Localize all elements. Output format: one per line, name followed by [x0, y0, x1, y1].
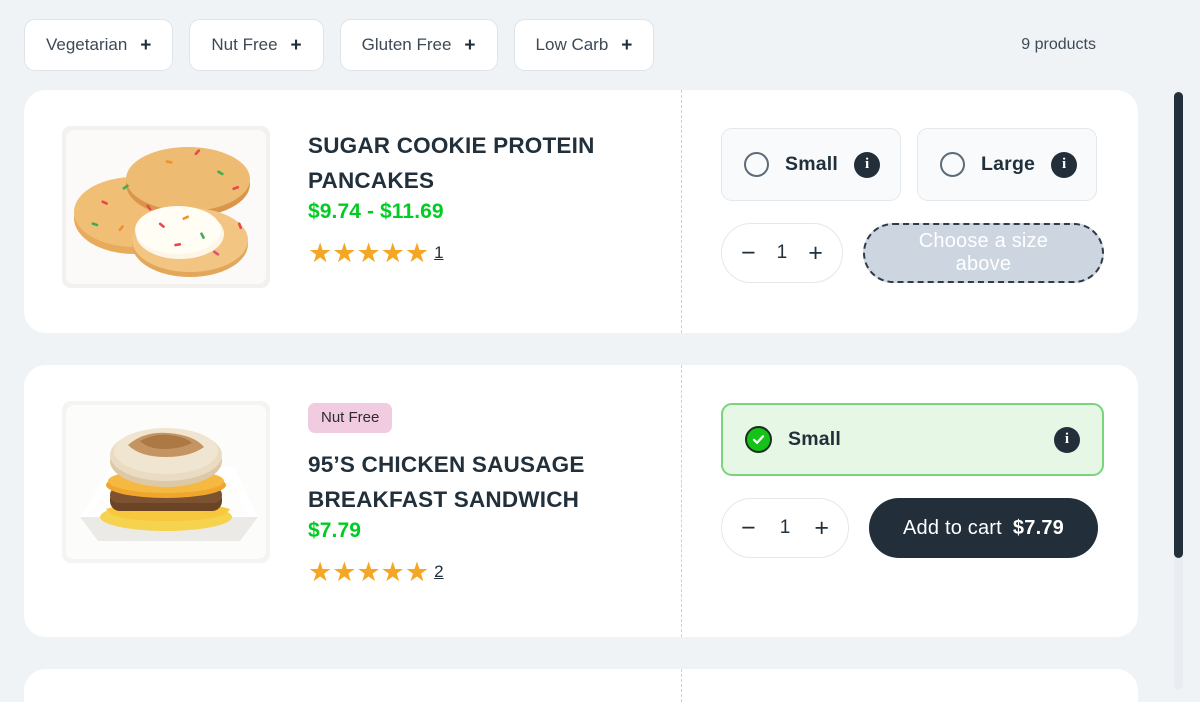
check-circle-icon: [745, 426, 772, 453]
product-image[interactable]: [62, 126, 270, 288]
size-selector: Small i: [721, 403, 1104, 476]
quantity-stepper: − 1 +: [721, 223, 843, 283]
star-icon: ★: [332, 237, 356, 268]
quantity-value: 1: [776, 242, 788, 263]
size-option-label: Large: [981, 153, 1036, 175]
purchase-actions: − 1 + Choose a size above: [721, 223, 1104, 283]
radio-unchecked-icon: [940, 152, 965, 177]
product-info: SUGAR COOKIE PROTEIN PANCAKES $9.74 - $1…: [270, 126, 638, 267]
filter-chip-low-carb[interactable]: Low Carb +: [513, 19, 655, 71]
product-price: $9.74 - $11.69: [308, 199, 444, 223]
info-icon[interactable]: i: [854, 151, 881, 178]
filter-chip-label: Nut Free: [211, 35, 278, 54]
filter-bar: Vegetarian + Nut Free + Gluten Free + Lo…: [0, 0, 1200, 90]
product-list: SUGAR COOKIE PROTEIN PANCAKES $9.74 - $1…: [0, 90, 1200, 702]
quantity-value: 1: [779, 517, 791, 538]
add-to-cart-label: Choose a size above: [918, 230, 1049, 275]
filter-chip-label: Vegetarian: [46, 35, 128, 54]
product-title[interactable]: SUGAR COOKIE PROTEIN PANCAKES: [308, 128, 638, 199]
add-to-cart-amount: $7.79: [1012, 516, 1064, 539]
product-info: Nut Free 95’S CHICKEN SAUSAGE BREAKFAST …: [270, 401, 638, 586]
star-icon: ★: [380, 237, 405, 268]
filter-chip-label: Low Carb: [535, 35, 609, 54]
product-rating[interactable]: ★ ★ ★ ★ ★ 2: [308, 556, 638, 587]
decrement-button[interactable]: −: [741, 515, 756, 541]
product-card: [24, 669, 1138, 702]
filter-chip-group: Vegetarian + Nut Free + Gluten Free + Lo…: [24, 19, 655, 71]
star-icon: ★: [380, 556, 405, 587]
size-option-large[interactable]: Large i: [917, 128, 1097, 201]
star-icon: ★: [308, 237, 332, 268]
plus-icon: +: [621, 34, 633, 56]
quantity-stepper: − 1 +: [721, 498, 849, 558]
size-option-label: Small: [788, 428, 842, 450]
product-card: Nut Free 95’S CHICKEN SAUSAGE BREAKFAST …: [24, 365, 1138, 637]
size-selector: Small i Large i: [721, 128, 1104, 201]
product-price: $7.79: [308, 518, 362, 542]
product-count: 9 products: [1021, 36, 1096, 53]
product-image[interactable]: [62, 401, 270, 563]
star-icon: ★: [332, 556, 356, 587]
product-summary: [24, 669, 682, 702]
decrement-button[interactable]: −: [741, 240, 756, 266]
star-icon: ★: [356, 556, 380, 587]
size-option-small[interactable]: Small i: [721, 128, 901, 201]
increment-button[interactable]: +: [814, 515, 829, 541]
star-icon: ★: [308, 556, 332, 587]
product-summary: SUGAR COOKIE PROTEIN PANCAKES $9.74 - $1…: [24, 90, 682, 333]
product-summary: Nut Free 95’S CHICKEN SAUSAGE BREAKFAST …: [24, 365, 682, 637]
size-option-label: Small: [785, 153, 839, 175]
plus-icon: +: [140, 34, 152, 56]
vertical-scrollbar-track[interactable]: [1174, 90, 1183, 690]
filter-chip-vegetarian[interactable]: Vegetarian +: [24, 19, 174, 71]
increment-button[interactable]: +: [808, 240, 823, 266]
size-option-small[interactable]: Small i: [721, 403, 1104, 476]
purchase-actions: − 1 + Add to cart $7.79: [721, 498, 1104, 558]
product-title[interactable]: 95’S CHICKEN SAUSAGE BREAKFAST SANDWICH: [308, 447, 638, 518]
add-to-cart-button-disabled: Choose a size above: [862, 223, 1104, 283]
card-divider: [681, 365, 682, 637]
star-icon: ★: [404, 237, 429, 268]
vertical-scrollbar-thumb[interactable]: [1174, 92, 1183, 558]
add-to-cart-label: Add to cart: [903, 516, 1002, 539]
plus-icon: +: [464, 34, 476, 56]
star-icon: ★: [356, 237, 380, 268]
info-icon[interactable]: i: [1054, 426, 1080, 453]
rating-count[interactable]: 2: [434, 562, 443, 582]
card-divider: [681, 90, 682, 333]
dietary-badge: Nut Free: [308, 403, 393, 433]
filter-chip-gluten-free[interactable]: Gluten Free +: [339, 19, 498, 71]
radio-unchecked-icon: [744, 152, 769, 177]
product-card: SUGAR COOKIE PROTEIN PANCAKES $9.74 - $1…: [24, 90, 1138, 333]
rating-count[interactable]: 1: [434, 243, 443, 263]
product-options: [681, 669, 1138, 702]
info-icon[interactable]: i: [1051, 151, 1078, 178]
filter-chip-nut-free[interactable]: Nut Free +: [189, 19, 324, 71]
product-options: Small i − 1 + Add to cart $7.79: [681, 365, 1138, 637]
plus-icon: +: [290, 34, 302, 56]
card-divider: [681, 669, 682, 702]
filter-chip-label: Gluten Free: [361, 35, 452, 54]
add-to-cart-button[interactable]: Add to cart $7.79: [869, 498, 1098, 558]
star-icon: ★: [404, 556, 429, 587]
product-rating[interactable]: ★ ★ ★ ★ ★ 1: [308, 237, 638, 268]
product-options: Small i Large i − 1 + Choose a size abov…: [681, 90, 1138, 333]
